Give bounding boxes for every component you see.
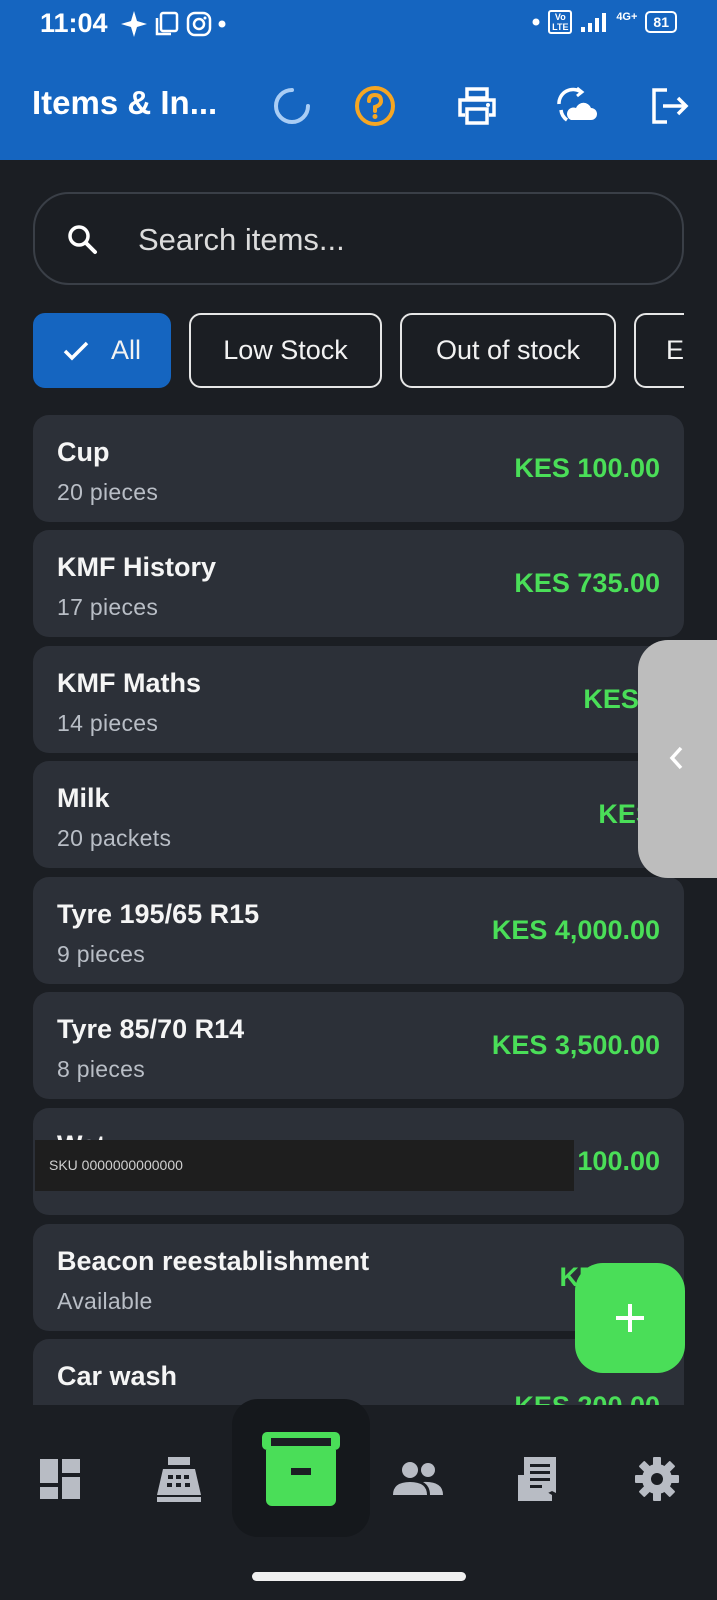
item-quantity: 20 pieces bbox=[57, 479, 159, 505]
item-name: Tyre 195/65 R15 bbox=[57, 899, 260, 929]
filter-chip-more[interactable]: E bbox=[634, 313, 684, 388]
item-price: KES 4,000.00 bbox=[491, 915, 660, 945]
filter-chip-out-of-stock[interactable]: Out of stock bbox=[400, 313, 616, 388]
list-item[interactable]: Tyre 85/70 R14 8 pieces KES 3,500.00 bbox=[33, 992, 684, 1099]
filter-chips: All Low Stock Out of stock E bbox=[33, 313, 684, 389]
copy-icon bbox=[155, 11, 179, 36]
item-quantity: 20 packets bbox=[57, 825, 172, 851]
status-notification-icons bbox=[120, 10, 226, 38]
cash-register-icon bbox=[157, 1457, 201, 1502]
help-icon[interactable] bbox=[353, 84, 397, 128]
item-quantity: 14 pieces bbox=[57, 710, 159, 736]
list-item[interactable]: Cup 20 pieces KES 100.00 bbox=[33, 415, 684, 522]
plus-icon bbox=[616, 1304, 644, 1332]
item-quantity: 17 pieces bbox=[57, 594, 159, 620]
app-screen: 11:04 Vo LTE 4G+ 81 Items & In... Search… bbox=[0, 0, 717, 1600]
status-time: 11:04 bbox=[40, 8, 108, 38]
filter-chip-label: All bbox=[110, 335, 141, 365]
signal-icon bbox=[581, 13, 607, 32]
filter-chip-label: Out of stock bbox=[435, 335, 581, 365]
logout-icon[interactable] bbox=[648, 84, 692, 128]
app-bar: Items & In... bbox=[0, 60, 717, 150]
customers-icon bbox=[393, 1462, 443, 1495]
inventory-box-icon bbox=[262, 1432, 340, 1506]
loading-spinner-icon bbox=[270, 84, 314, 128]
search-input[interactable] bbox=[138, 212, 638, 267]
item-name: KMF History bbox=[57, 552, 217, 582]
list-item[interactable]: Milk 20 packets KES 60.0 bbox=[33, 761, 684, 868]
item-price: KES 3,500.00 bbox=[491, 1030, 660, 1060]
home-indicator[interactable] bbox=[252, 1572, 466, 1581]
nav-dashboard[interactable] bbox=[20, 1429, 100, 1529]
network-type: 4G+ bbox=[616, 11, 638, 23]
sku-tooltip: SKU 0000000000000 bbox=[35, 1140, 574, 1191]
side-drawer-handle[interactable] bbox=[638, 640, 717, 878]
nav-customers[interactable] bbox=[378, 1429, 458, 1529]
receipts-icon bbox=[518, 1457, 556, 1501]
item-quantity: 9 pieces bbox=[57, 941, 146, 967]
item-price: KES 200.00 bbox=[514, 1391, 660, 1405]
item-quantity: 8 pieces bbox=[57, 1056, 146, 1082]
search-bar[interactable] bbox=[33, 192, 684, 285]
item-price: KES 100.00 bbox=[514, 453, 660, 483]
list-item[interactable]: Tyre 195/65 R15 9 pieces KES 4,000.00 bbox=[33, 877, 684, 984]
volte-icon: Vo LTE bbox=[548, 10, 573, 34]
filter-chip-label: E bbox=[666, 335, 684, 365]
list-item[interactable]: KMF Maths 14 pieces KES 735.0 bbox=[33, 646, 684, 753]
item-quantity: Available bbox=[57, 1288, 153, 1314]
settings-icon bbox=[635, 1457, 679, 1501]
item-name: Beacon reestablishment bbox=[57, 1246, 370, 1276]
instagram-icon bbox=[186, 11, 212, 37]
item-name: Milk bbox=[57, 783, 110, 813]
item-name: Cup bbox=[57, 437, 110, 467]
chevron-left-icon bbox=[669, 746, 683, 770]
battery-indicator: 81 bbox=[645, 11, 677, 33]
page-title: Items & In... bbox=[32, 84, 218, 121]
filter-chip-label: Low Stock bbox=[223, 335, 348, 365]
status-right-icons: Vo LTE 4G+ 81 bbox=[532, 10, 677, 34]
item-price: KES 735.00 bbox=[514, 568, 660, 598]
notification-dot-icon bbox=[218, 20, 226, 28]
nav-pos[interactable] bbox=[139, 1429, 219, 1529]
top-bar: 11:04 Vo LTE 4G+ 81 Items & In... bbox=[0, 0, 717, 160]
item-name: Tyre 85/70 R14 bbox=[57, 1014, 245, 1044]
item-price: 100.00 bbox=[577, 1146, 660, 1176]
item-name: Car wash bbox=[57, 1361, 178, 1391]
check-icon bbox=[63, 341, 89, 360]
add-item-button[interactable] bbox=[575, 1263, 685, 1373]
print-icon[interactable] bbox=[455, 84, 499, 128]
nav-inventory[interactable] bbox=[232, 1399, 370, 1537]
sparkle-icon bbox=[121, 11, 147, 37]
dashboard-icon bbox=[40, 1459, 80, 1499]
filter-chip-low-stock[interactable]: Low Stock bbox=[189, 313, 382, 388]
items-list: Cup 20 pieces KES 100.00 KMF History 17 … bbox=[33, 415, 684, 1405]
nav-settings[interactable] bbox=[617, 1429, 697, 1529]
nav-receipts[interactable] bbox=[498, 1429, 578, 1529]
list-item[interactable]: KMF History 17 pieces KES 735.00 bbox=[33, 530, 684, 637]
item-name: KMF Maths bbox=[57, 668, 201, 698]
bottom-navigation bbox=[0, 1399, 717, 1600]
dot-icon bbox=[532, 18, 540, 26]
sync-cloud-icon[interactable] bbox=[555, 84, 599, 128]
filter-chip-all[interactable]: All bbox=[33, 313, 171, 388]
search-icon bbox=[65, 222, 101, 258]
status-bar: 11:04 Vo LTE 4G+ 81 bbox=[0, 0, 717, 50]
